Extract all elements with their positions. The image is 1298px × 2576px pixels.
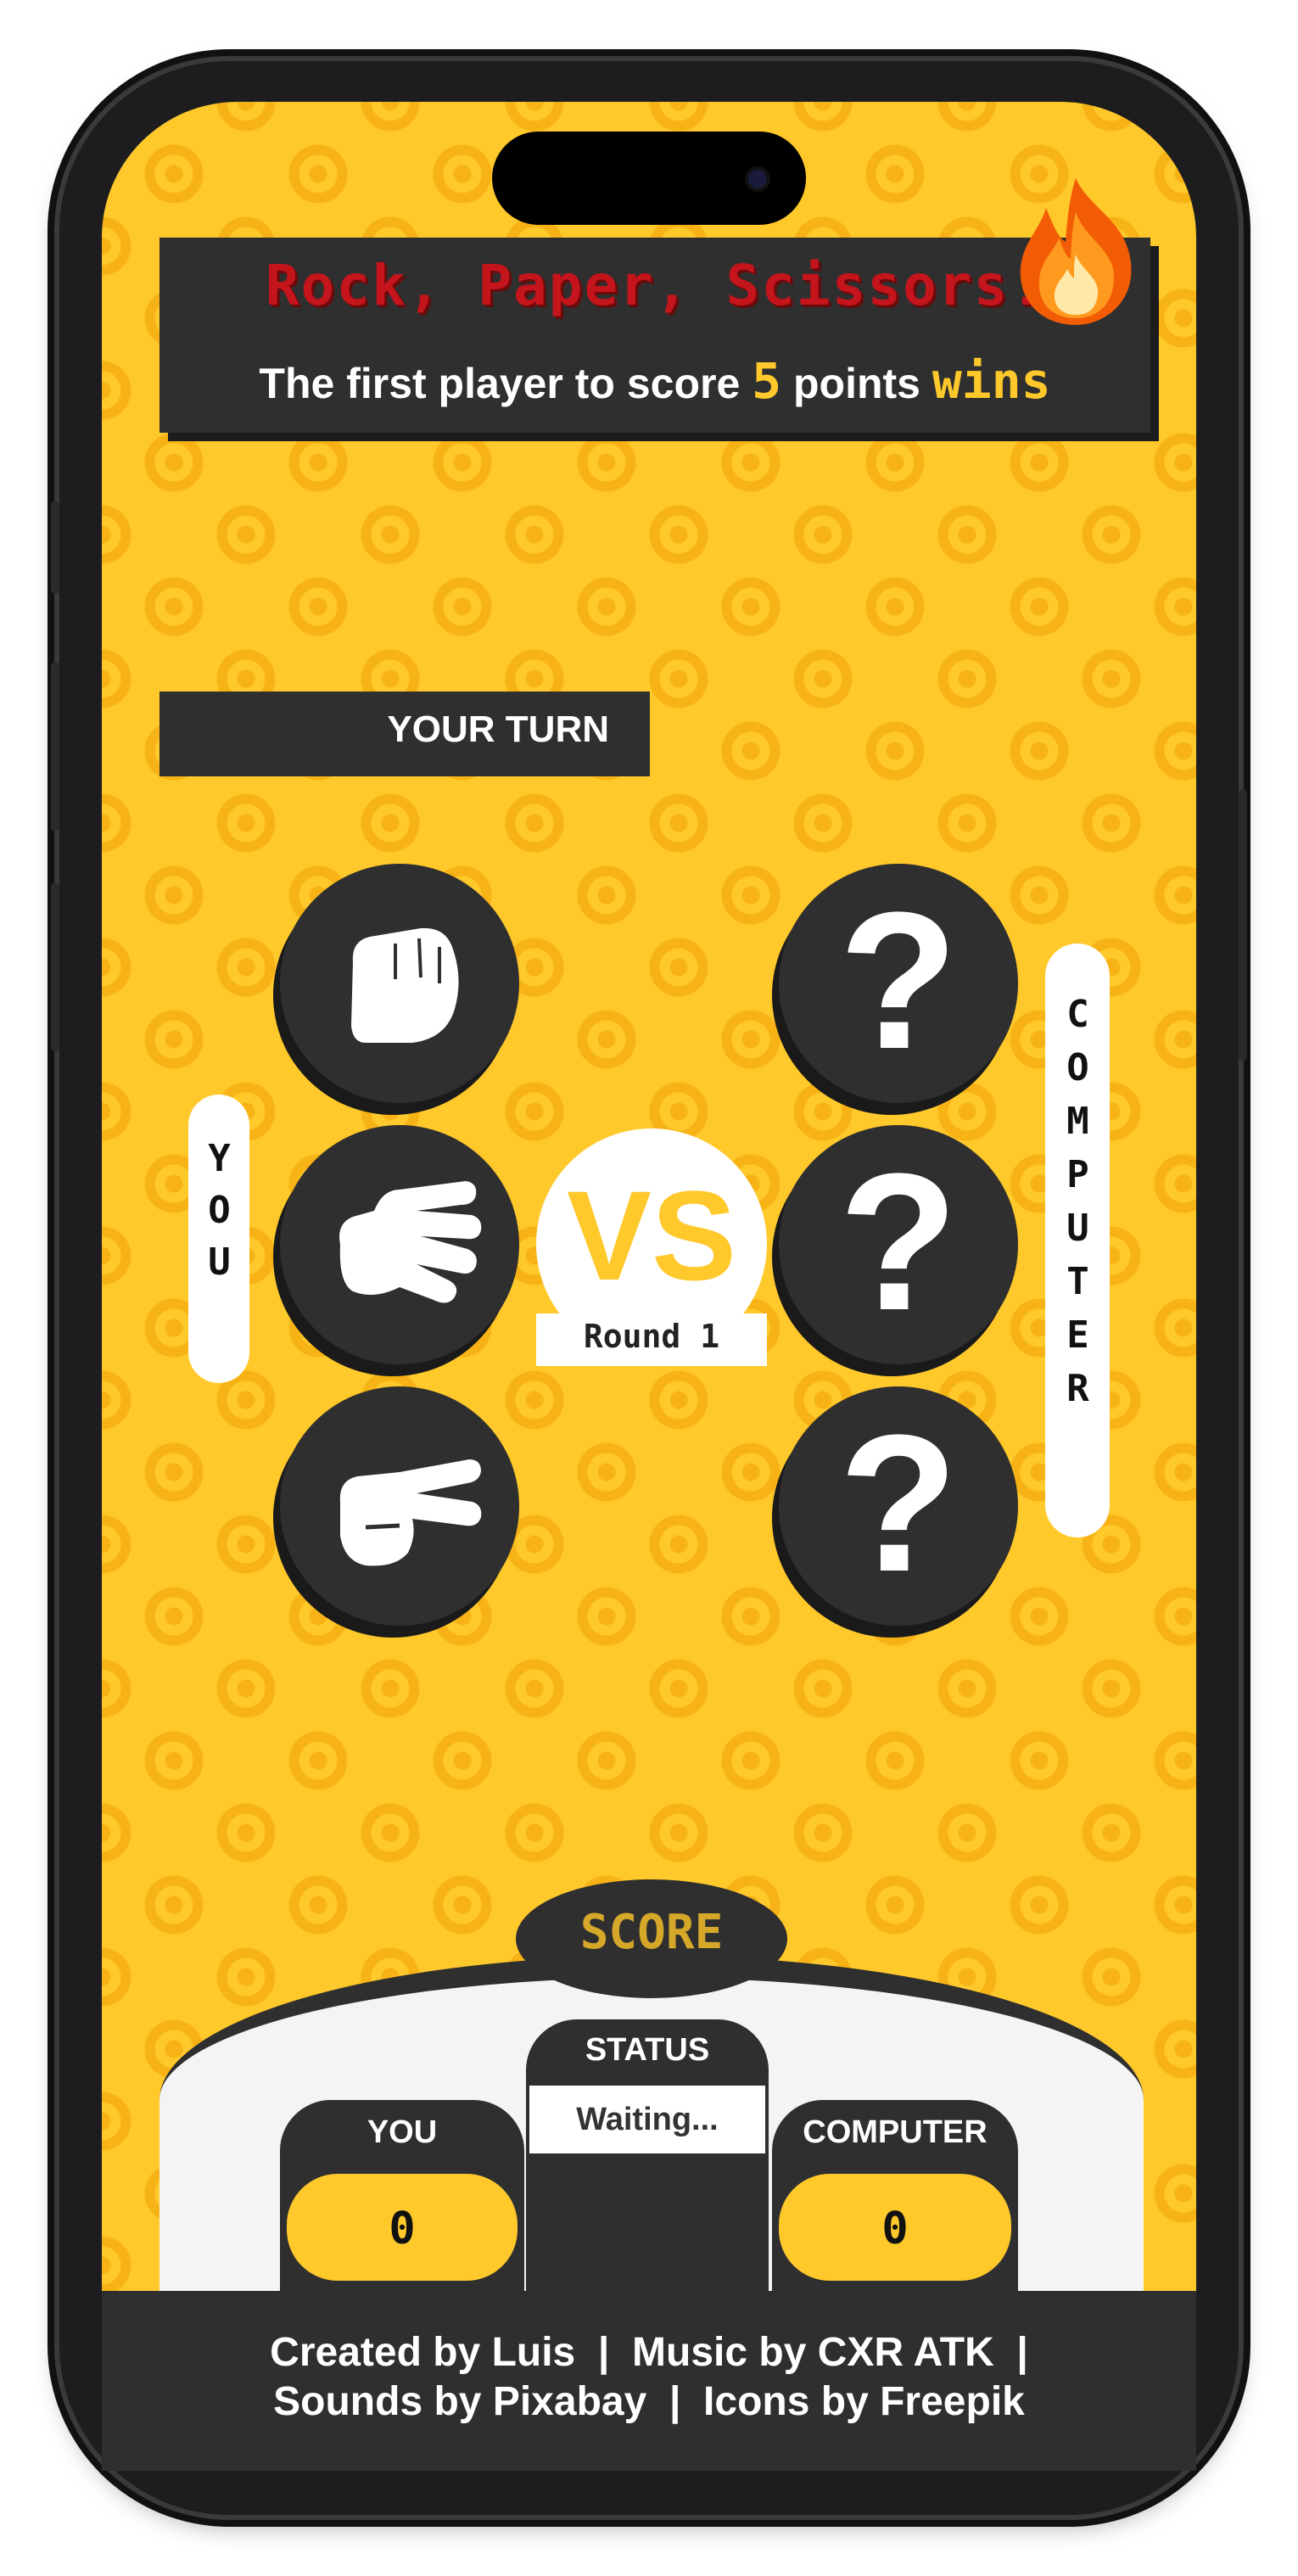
points-target: 5 [752, 352, 782, 410]
open-hand-icon [339, 1181, 482, 1303]
rules-middle: points [793, 360, 920, 407]
paper-button[interactable] [280, 1125, 519, 1364]
computer-label-text: COMPUTER [1056, 993, 1099, 1420]
turn-label: YOUR TURN [387, 708, 609, 750]
question-mark-icon: ? [838, 1133, 959, 1351]
player-score-value: 0 [389, 2204, 416, 2254]
fire-icon [1020, 178, 1132, 325]
computer-choice-3: ? [779, 1386, 1018, 1626]
fist-icon [351, 927, 459, 1043]
question-mark-icon: ? [838, 1394, 959, 1612]
computer-score-value: 0 [881, 2204, 909, 2254]
scissors-button[interactable] [280, 1386, 519, 1626]
round-label: Round 1 [583, 1318, 720, 1355]
computer-label: COMPUTER [1045, 993, 1110, 1420]
status-value: Waiting... [576, 2102, 719, 2137]
volume-up-button [51, 662, 59, 832]
rules-suffix: wins [932, 352, 1051, 410]
computer-score-label: COMPUTER [803, 2114, 987, 2150]
score-title: SCORE [579, 1905, 724, 1960]
versus-label: VS [566, 1164, 737, 1307]
scissors-hand-icon [339, 1459, 482, 1566]
volume-down-button [51, 882, 59, 1052]
computer-choice-2: ? [779, 1125, 1018, 1364]
rules-prefix: The first player to score [259, 360, 741, 407]
game-title: Rock, Paper, Scissors! [265, 253, 1045, 318]
game-rules: The first player to score 5 points wins [159, 352, 1150, 410]
player-score-label: YOU [366, 2114, 438, 2150]
player-label: YOU [188, 1137, 249, 1292]
rock-button[interactable] [280, 864, 519, 1103]
status-label: STATUS [585, 2032, 710, 2068]
player-label-text: YOU [198, 1137, 241, 1292]
computer-choice-1: ? [779, 864, 1018, 1103]
footer-credits-1: Created by Luis | Music by CXR ATK | [270, 2330, 1028, 2375]
question-mark-icon: ? [838, 871, 959, 1089]
action-button [51, 501, 59, 594]
camera-icon [748, 170, 767, 188]
footer-credits-2: Sounds by Pixabay | Icons by Freepik [273, 2379, 1025, 2424]
power-button [1239, 789, 1247, 1061]
